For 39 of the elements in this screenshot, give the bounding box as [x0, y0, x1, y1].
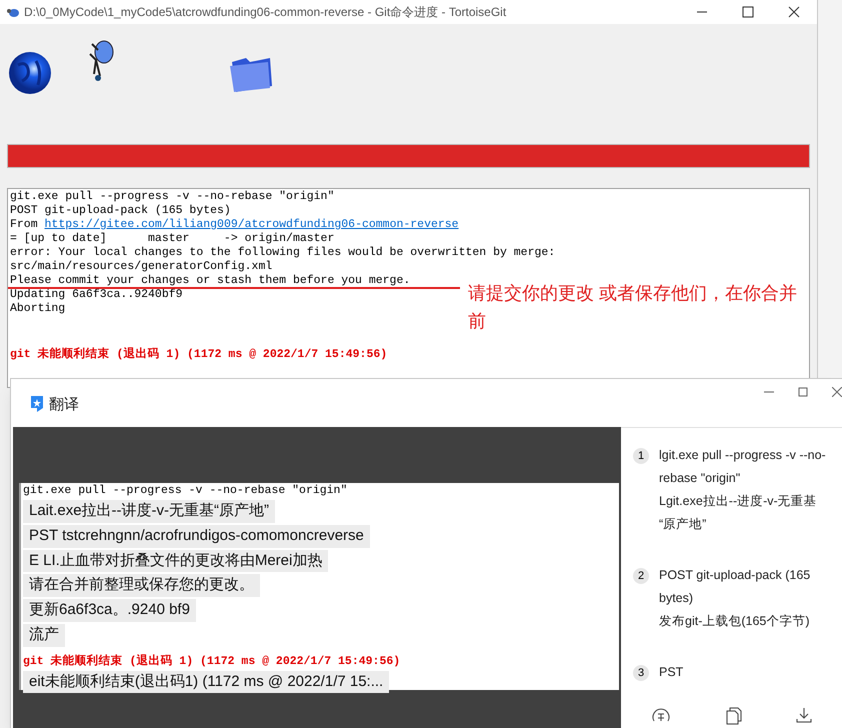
window-title: 翻译: [49, 395, 79, 415]
translation-overlay: eit未能顺利结束(退出码1) (1172 ms @ 2022/1/7 15:...: [23, 670, 390, 694]
item-number: 3: [633, 665, 649, 681]
log-line: POST git-upload-pack (165 bytes): [10, 204, 231, 218]
translation-text: 发布git-上载包(165个字节): [659, 613, 811, 630]
error-line: git 未能顺利结束 (退出码 1) (1172 ms @ 2022/1/7 15:49:56): [23, 654, 400, 668]
translation-overlay: PST tstcrehngnn/acrofrundigos-comomoncreverse: [23, 524, 370, 548]
translate-app-icon: [30, 395, 44, 413]
log-line: error: Your local changes to the following files would be overwritten by merge:: [10, 246, 556, 260]
maximize-icon[interactable]: [742, 6, 754, 18]
translation-text: POST git-upload-pack (165 bytes): [659, 567, 812, 607]
log-line: Please commit your changes or stash them before you merge.: [10, 274, 410, 288]
translation-overlay: E LI.止血带对折叠文件的更改将由Merei加热: [23, 550, 328, 572]
log-line: Updating 6a6f3ca..9240bf9: [10, 288, 183, 302]
close-icon[interactable]: [832, 387, 842, 397]
repository-link[interactable]: https://gitee.com/liliang009/atcrowdfunding06-common-reverse: [44, 218, 459, 232]
log-line: From: [10, 218, 39, 232]
globe-icon: [8, 51, 53, 96]
download-icon[interactable]: [796, 707, 812, 723]
window-title: D:\0_0MyCode\1_myCode5\atcrowdfunding06-common-reverse - Git命令进度 - TortoiseGit: [24, 4, 506, 21]
copy-icon[interactable]: [726, 707, 742, 725]
item-number: 2: [633, 568, 649, 584]
log-line: git.exe pull --progress -v --no-rebase "origin": [23, 484, 348, 498]
item-number: 1: [633, 448, 649, 464]
log-line: Aborting: [10, 302, 66, 316]
log-line: src/main/resources/generatorConfig.xml: [10, 260, 272, 274]
close-icon[interactable]: [788, 6, 800, 18]
translation-overlay: 更新6a6f3ca。.9240 bf9: [23, 599, 196, 622]
translation-text: lgit.exe pull --progress -v --no-rebase "origin": [659, 447, 827, 487]
translation-text: Lgit.exe拉出--进度-v-无重基 “原产地”: [659, 493, 818, 533]
error-line: git 未能顺利结束 (退出码 1) (1172 ms @ 2022/1/7 15:49:56): [10, 348, 388, 362]
translation-overlay: Lait.exe拉出--讲度-v-无重基“原产地”: [23, 500, 276, 523]
log-line: = [up to date] master -> origin/master: [10, 232, 334, 246]
translation-overlay: 请在合并前整理或保存您的更改。: [23, 574, 260, 597]
translation-overlay: 流产: [23, 624, 65, 646]
maximize-icon[interactable]: [798, 387, 808, 397]
translation-text: PST: [659, 664, 684, 681]
log-line: git.exe pull --progress -v --no-rebase "origin": [10, 190, 334, 204]
annotation-text: 请提交你的更改 或者保存他们，在你合并前: [468, 282, 798, 333]
